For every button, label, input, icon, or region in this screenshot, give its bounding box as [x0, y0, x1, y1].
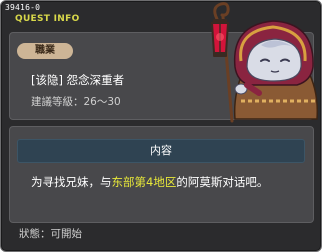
quest-description: 为寻找兄妹，与东部第4地区的阿莫斯对话吧。: [31, 174, 268, 190]
job-tag: 職業: [17, 43, 73, 59]
description-text-before: 为寻找兄妹，与: [31, 175, 112, 189]
window-title: QUEST INFO: [15, 14, 80, 24]
quest-id: 39416-0: [5, 3, 41, 12]
content-header: 内容: [17, 139, 305, 163]
quest-status: 狀態：可開始: [19, 228, 82, 240]
quest-name: [该隐] 怨念深重者: [31, 73, 125, 87]
recommended-level: 建議等級：26～30: [31, 96, 121, 108]
description-text-after: 的阿莫斯对话吧。: [176, 175, 269, 189]
quest-info-window: 39416-0 QUEST INFO 職業 [该隐] 怨念深重者 建議等級：26…: [0, 0, 322, 252]
hooded-npc-icon: [210, 2, 319, 123]
description-highlight: 东部第4地区: [111, 175, 177, 189]
